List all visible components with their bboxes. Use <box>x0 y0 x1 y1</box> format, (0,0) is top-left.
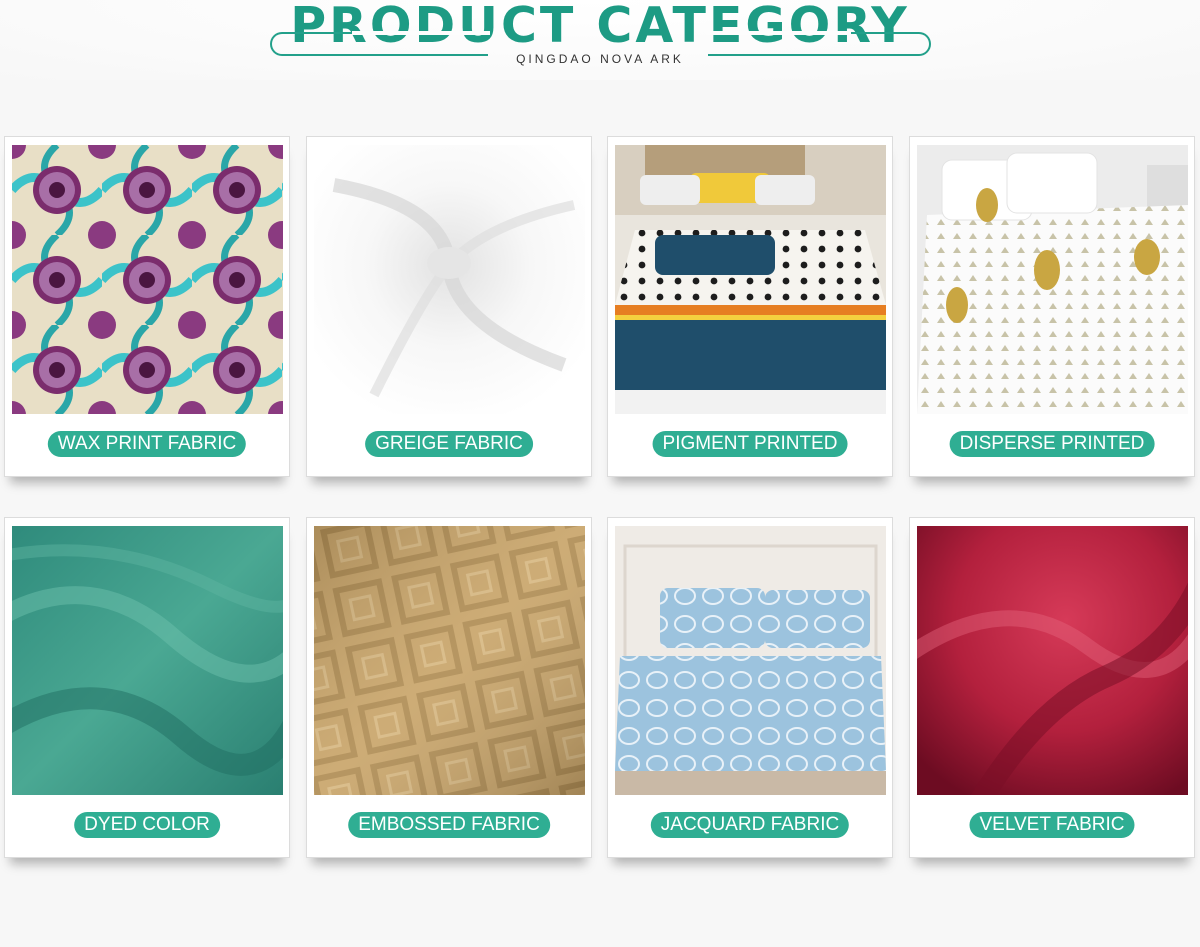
wax-print-fabric-image[interactable] <box>12 145 283 414</box>
disperse-printed-bedding-image[interactable] <box>917 145 1188 414</box>
embossed-fabric-image[interactable] <box>314 526 585 795</box>
product-label[interactable]: EMBOSSED FABRIC <box>348 812 550 838</box>
pigment-printed-bedding-image[interactable] <box>615 145 886 414</box>
product-card-pigment-printed[interactable]: PIGMENT PRINTED <box>607 136 893 477</box>
product-label[interactable]: WAX PRINT FABRIC <box>47 431 247 457</box>
greige-fabric-image[interactable] <box>314 145 585 414</box>
page-title: PRODUCT CATEGORY <box>290 0 910 54</box>
product-card-wax-print[interactable]: WAX PRINT FABRIC <box>4 136 290 477</box>
product-card-velvet[interactable]: VELVET FABRIC <box>909 517 1195 858</box>
product-label[interactable]: GREIGE FABRIC <box>365 431 533 457</box>
velvet-fabric-image[interactable] <box>917 526 1188 795</box>
page-subtitle: QINGDAO NOVA ARK <box>516 52 684 66</box>
product-label[interactable]: DISPERSE PRINTED <box>949 431 1155 457</box>
jacquard-bedding-image[interactable] <box>615 526 886 795</box>
product-label[interactable]: JACQUARD FABRIC <box>650 812 850 838</box>
product-card-jacquard[interactable]: JACQUARD FABRIC <box>607 517 893 858</box>
product-card-greige[interactable]: GREIGE FABRIC <box>306 136 592 477</box>
product-label[interactable]: PIGMENT PRINTED <box>652 431 848 457</box>
product-card-embossed[interactable]: EMBOSSED FABRIC <box>306 517 592 858</box>
product-card-disperse-printed[interactable]: DISPERSE PRINTED <box>909 136 1195 477</box>
product-label[interactable]: VELVET FABRIC <box>969 812 1135 838</box>
product-card-dyed-color[interactable]: DYED COLOR <box>4 517 290 858</box>
dyed-color-fabric-image[interactable] <box>12 526 283 795</box>
product-label[interactable]: DYED COLOR <box>74 812 220 838</box>
